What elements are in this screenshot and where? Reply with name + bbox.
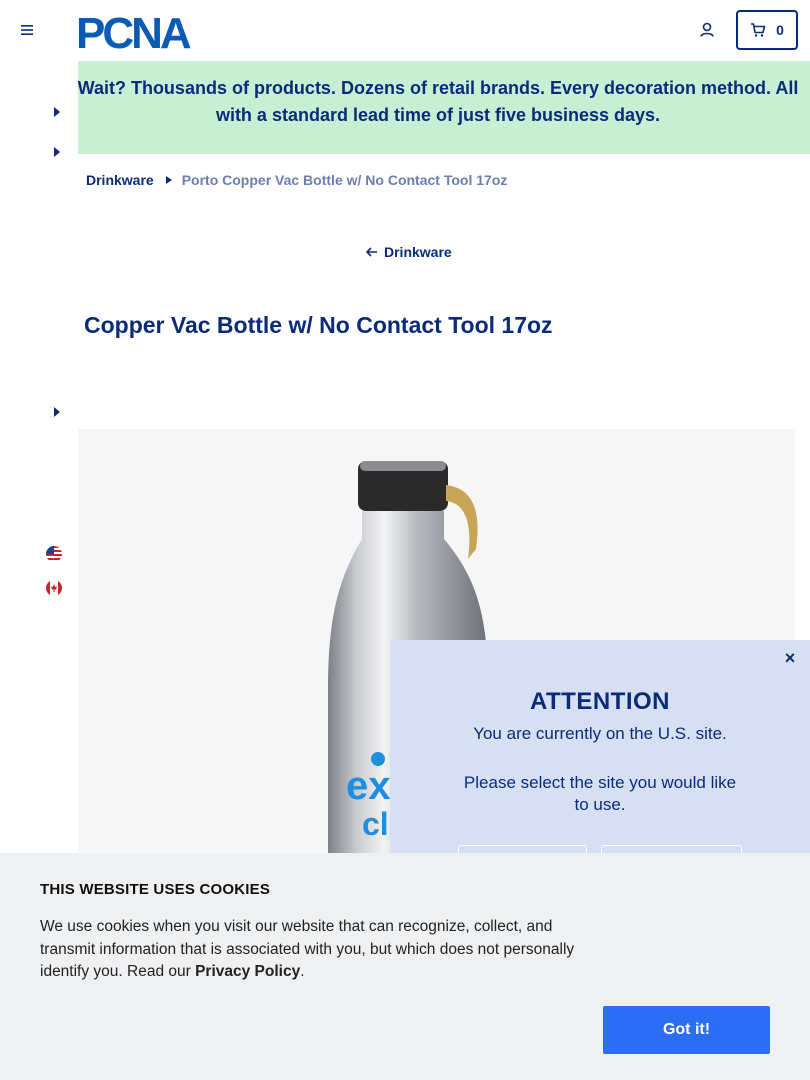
logo-text: PCNA [76,10,191,52]
cart-icon [751,23,766,37]
modal-current-site-text: You are currently on the U.S. site. [473,724,727,743]
product-title: Copper Vac Bottle w/ No Contact Tool 17o… [84,312,553,338]
chevron-right-icon [165,176,172,184]
cookie-body-text: We use cookies when you visit our websit… [40,918,575,980]
page: PCNA 0 Wait? Thousands of products. Doze… [0,0,810,1080]
arrow-left-icon [366,247,377,257]
modal-select-prompt: Please select the site you would like to… [463,773,737,814]
cookie-banner: THIS WEBSITE USES COOKIES We use cookies… [0,853,810,1080]
svg-text:cl: cl [362,806,389,842]
promo-banner: Wait? Thousands of products. Dozens of r… [78,61,810,154]
canada-flag-icon[interactable] [46,580,62,596]
pcna-logo[interactable]: PCNA [76,10,226,52]
promo-text: Wait? Thousands of products. Dozens of r… [78,78,799,125]
breadcrumb: Drinkware Porto Copper Vac Bottle w/ No … [86,172,507,188]
privacy-policy-link[interactable]: Privacy Policy [195,963,300,980]
cookie-title: THIS WEBSITE USES COOKIES [40,881,271,898]
breadcrumb-link-drinkware[interactable]: Drinkware [86,172,154,188]
svg-text:ex: ex [346,764,391,808]
site-header: PCNA 0 [0,0,810,60]
chevron-right-icon[interactable] [54,407,60,417]
cart-count: 0 [776,22,784,38]
cookie-body: We use cookies when you visit our websit… [40,916,610,984]
cookie-body-end: . [300,963,305,980]
chevron-right-icon[interactable] [54,147,60,157]
menu-icon[interactable] [20,22,36,38]
breadcrumb-current: Porto Copper Vac Bottle w/ No Contact To… [181,172,508,188]
back-link-label: Drinkware [384,244,452,260]
back-link[interactable]: Drinkware [366,244,452,260]
us-flag-icon[interactable] [46,546,62,562]
user-icon[interactable] [698,21,716,39]
close-icon[interactable]: × [780,648,800,668]
accept-cookies-button[interactable]: Got it! [603,1006,770,1054]
cart-button[interactable]: 0 [736,10,798,50]
chevron-right-icon[interactable] [54,107,60,117]
modal-title: ATTENTION [529,688,671,715]
